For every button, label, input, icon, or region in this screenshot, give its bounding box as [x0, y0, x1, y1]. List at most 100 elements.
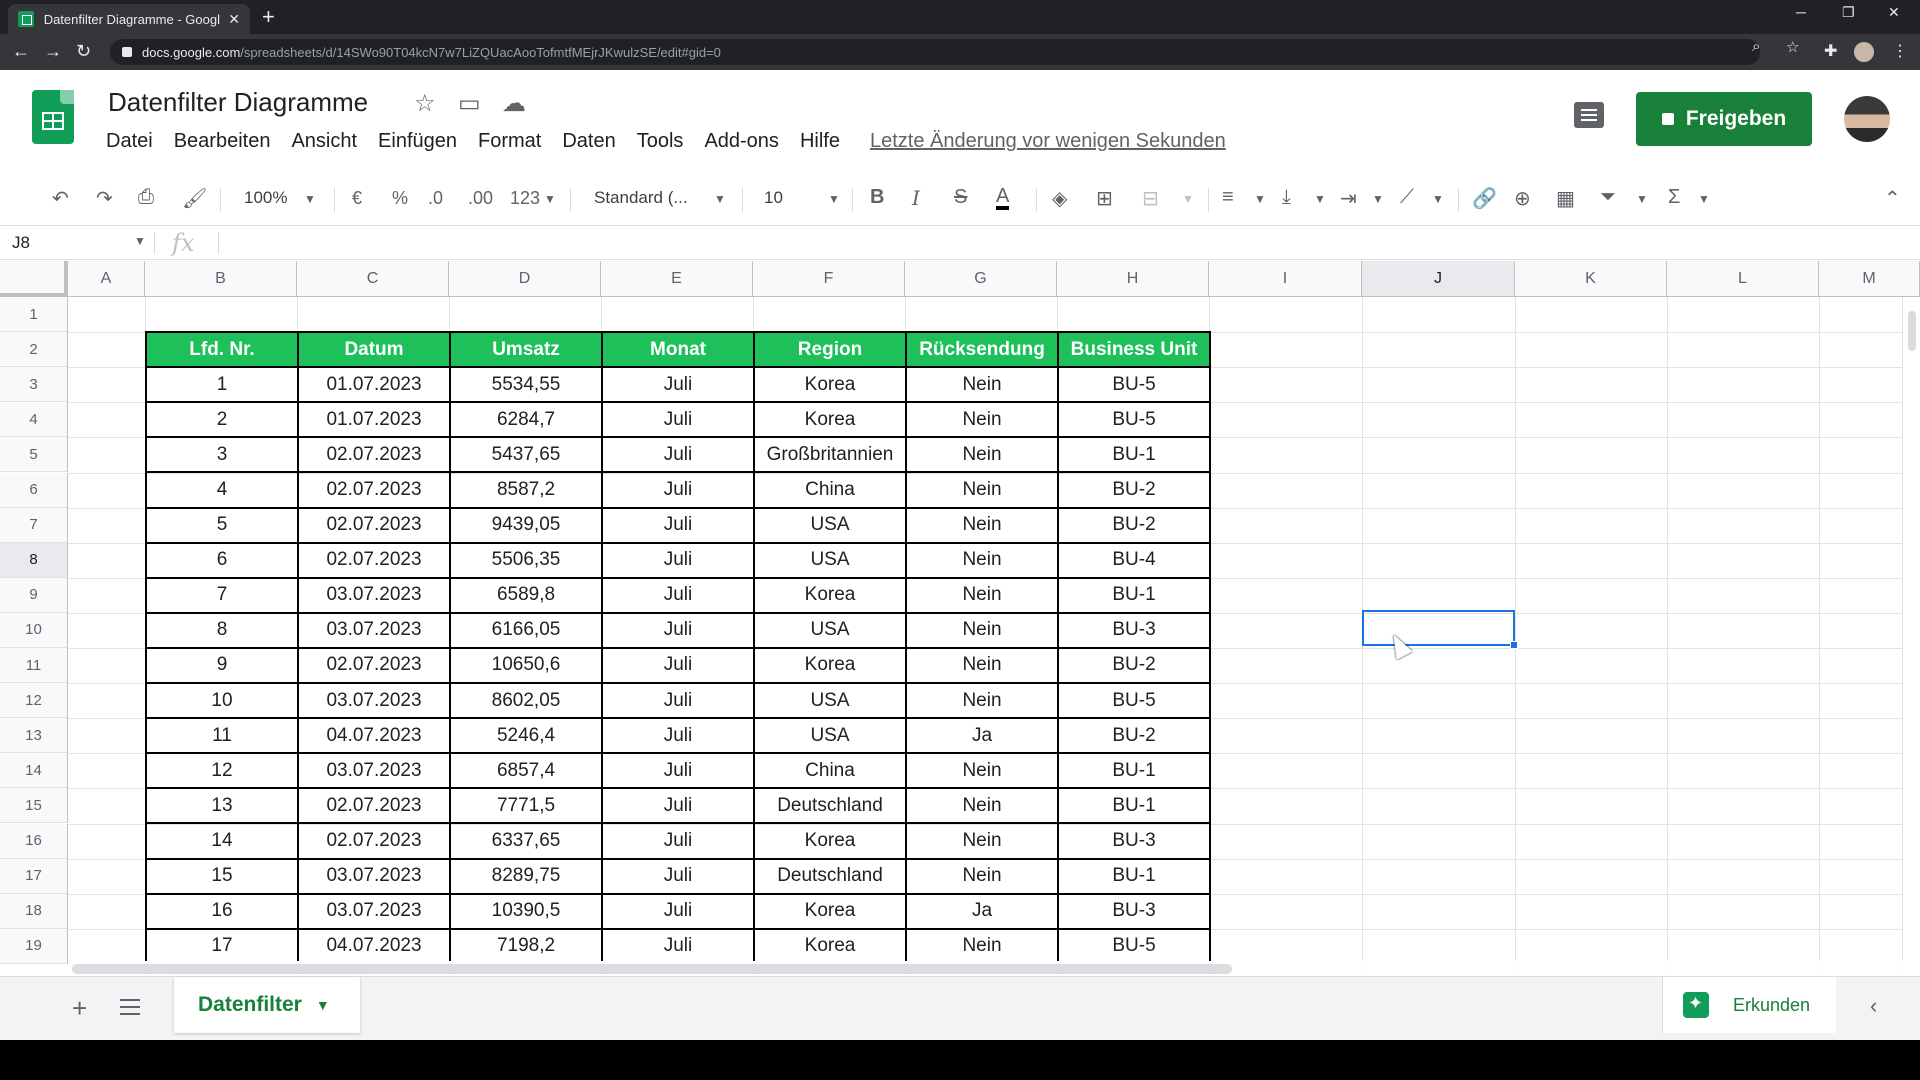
- table-cell[interactable]: USA: [753, 506, 907, 544]
- table-cell[interactable]: BU-3: [1057, 611, 1211, 649]
- table-cell[interactable]: Juli: [601, 682, 755, 720]
- menu-format[interactable]: Format: [478, 130, 541, 153]
- selected-cell-j8[interactable]: [1362, 610, 1515, 646]
- column-header-k[interactable]: K: [1515, 261, 1667, 297]
- table-cell[interactable]: BU-1: [1057, 576, 1211, 614]
- table-cell[interactable]: 4: [145, 471, 299, 509]
- menu-addons[interactable]: Add-ons: [704, 130, 779, 153]
- menu-ansicht[interactable]: Ansicht: [291, 130, 357, 153]
- extensions-icon[interactable]: ✚: [1824, 41, 1837, 61]
- table-cell[interactable]: Juli: [601, 892, 755, 930]
- table-cell[interactable]: 2: [145, 401, 299, 439]
- row-header-1[interactable]: 1: [0, 297, 68, 333]
- table-cell[interactable]: Korea: [753, 401, 907, 439]
- chevron-down-icon[interactable]: ▼: [304, 192, 316, 206]
- restore-icon[interactable]: ❐: [1842, 4, 1855, 21]
- menu-einfuegen[interactable]: Einfügen: [378, 130, 457, 153]
- table-cell[interactable]: Juli: [601, 506, 755, 544]
- fill-color-icon[interactable]: ◈: [1052, 186, 1067, 211]
- table-cell[interactable]: 04.07.2023: [297, 927, 451, 965]
- table-cell[interactable]: Nein: [905, 436, 1059, 474]
- share-button[interactable]: Freigeben: [1636, 92, 1812, 146]
- table-cell[interactable]: Ja: [905, 717, 1059, 755]
- table-cell[interactable]: BU-1: [1057, 787, 1211, 825]
- vertical-align-icon[interactable]: ⤓: [1282, 186, 1291, 209]
- table-cell[interactable]: Nein: [905, 506, 1059, 544]
- chevron-down-icon[interactable]: ▼: [1636, 192, 1648, 206]
- table-cell[interactable]: Nein: [905, 366, 1059, 404]
- table-cell[interactable]: Nein: [905, 752, 1059, 790]
- column-header-a[interactable]: A: [68, 261, 145, 297]
- chevron-down-icon[interactable]: ▼: [828, 192, 840, 206]
- table-header-cell[interactable]: Region: [753, 331, 907, 369]
- table-cell[interactable]: Korea: [753, 646, 907, 685]
- row-header-15[interactable]: 15: [0, 788, 68, 824]
- merge-cells-icon[interactable]: ⊟: [1142, 186, 1159, 211]
- italic-icon[interactable]: I: [912, 186, 920, 210]
- table-cell[interactable]: Nein: [905, 401, 1059, 439]
- table-cell[interactable]: Nein: [905, 576, 1059, 614]
- table-cell[interactable]: Nein: [905, 646, 1059, 685]
- chevron-down-icon[interactable]: ▼: [714, 192, 726, 206]
- table-cell[interactable]: 5437,65: [449, 436, 603, 474]
- table-cell[interactable]: BU-1: [1057, 857, 1211, 895]
- table-cell[interactable]: Juli: [601, 857, 755, 895]
- chevron-down-icon[interactable]: ▼: [544, 192, 556, 206]
- chevron-down-icon[interactable]: ▼: [316, 997, 330, 1013]
- row-header-13[interactable]: 13: [0, 718, 68, 754]
- table-cell[interactable]: 3: [145, 436, 299, 474]
- menu-tools[interactable]: Tools: [637, 130, 684, 153]
- table-cell[interactable]: 6284,7: [449, 401, 603, 439]
- text-rotation-icon[interactable]: ⟋: [1400, 186, 1414, 209]
- menu-datei[interactable]: Datei: [106, 130, 153, 153]
- table-cell[interactable]: 17: [145, 927, 299, 965]
- table-cell[interactable]: Korea: [753, 927, 907, 965]
- table-cell[interactable]: USA: [753, 541, 907, 579]
- back-icon[interactable]: ←: [12, 41, 30, 62]
- move-folder-icon[interactable]: ▭: [458, 89, 481, 118]
- menu-daten[interactable]: Daten: [562, 130, 615, 153]
- column-header-h[interactable]: H: [1057, 261, 1209, 297]
- last-edit-link[interactable]: Letzte Änderung vor wenigen Sekunden: [870, 130, 1226, 153]
- row-header-12[interactable]: 12: [0, 683, 68, 719]
- table-cell[interactable]: Korea: [753, 576, 907, 614]
- percent-button[interactable]: %: [392, 188, 408, 209]
- table-header-cell[interactable]: Rücksendung: [905, 331, 1059, 369]
- row-header-11[interactable]: 11: [0, 648, 68, 684]
- table-cell[interactable]: BU-5: [1057, 682, 1211, 720]
- all-sheets-icon[interactable]: [120, 999, 140, 1015]
- row-header-7[interactable]: 7: [0, 507, 68, 543]
- chevron-down-icon[interactable]: ▼: [1182, 192, 1194, 206]
- currency-button[interactable]: €: [352, 188, 362, 209]
- more-formats-button[interactable]: 123: [510, 188, 540, 209]
- table-cell[interactable]: 01.07.2023: [297, 366, 451, 404]
- sheet-tab-datenfilter[interactable]: Datenfilter ▼: [174, 977, 360, 1033]
- column-header-c[interactable]: C: [297, 261, 449, 297]
- bookmark-star-icon[interactable]: ☆: [1786, 38, 1799, 56]
- column-header-m[interactable]: M: [1819, 261, 1920, 297]
- table-cell[interactable]: Nein: [905, 927, 1059, 965]
- borders-icon[interactable]: ⊞: [1096, 186, 1113, 211]
- table-cell[interactable]: 02.07.2023: [297, 471, 451, 509]
- table-cell[interactable]: 5506,35: [449, 541, 603, 579]
- row-header-19[interactable]: 19: [0, 928, 68, 964]
- table-cell[interactable]: USA: [753, 611, 907, 649]
- tab-close-icon[interactable]: ✕: [228, 11, 240, 28]
- table-cell[interactable]: Korea: [753, 892, 907, 930]
- row-header-17[interactable]: 17: [0, 858, 68, 894]
- new-tab-button[interactable]: +: [262, 4, 275, 30]
- table-cell[interactable]: Nein: [905, 787, 1059, 825]
- table-cell[interactable]: Juli: [601, 611, 755, 649]
- column-header-f[interactable]: F: [753, 261, 905, 297]
- table-cell[interactable]: Deutschland: [753, 787, 907, 825]
- sheets-logo-icon[interactable]: [32, 90, 74, 144]
- horizontal-align-icon[interactable]: ≡: [1222, 186, 1234, 209]
- table-cell[interactable]: BU-1: [1057, 436, 1211, 474]
- table-cell[interactable]: Korea: [753, 366, 907, 404]
- table-cell[interactable]: BU-5: [1057, 927, 1211, 965]
- close-window-icon[interactable]: ✕: [1888, 4, 1900, 21]
- table-cell[interactable]: Ja: [905, 892, 1059, 930]
- table-header-cell[interactable]: Monat: [601, 331, 755, 369]
- browser-profile-icon[interactable]: [1854, 42, 1874, 62]
- table-cell[interactable]: BU-2: [1057, 717, 1211, 755]
